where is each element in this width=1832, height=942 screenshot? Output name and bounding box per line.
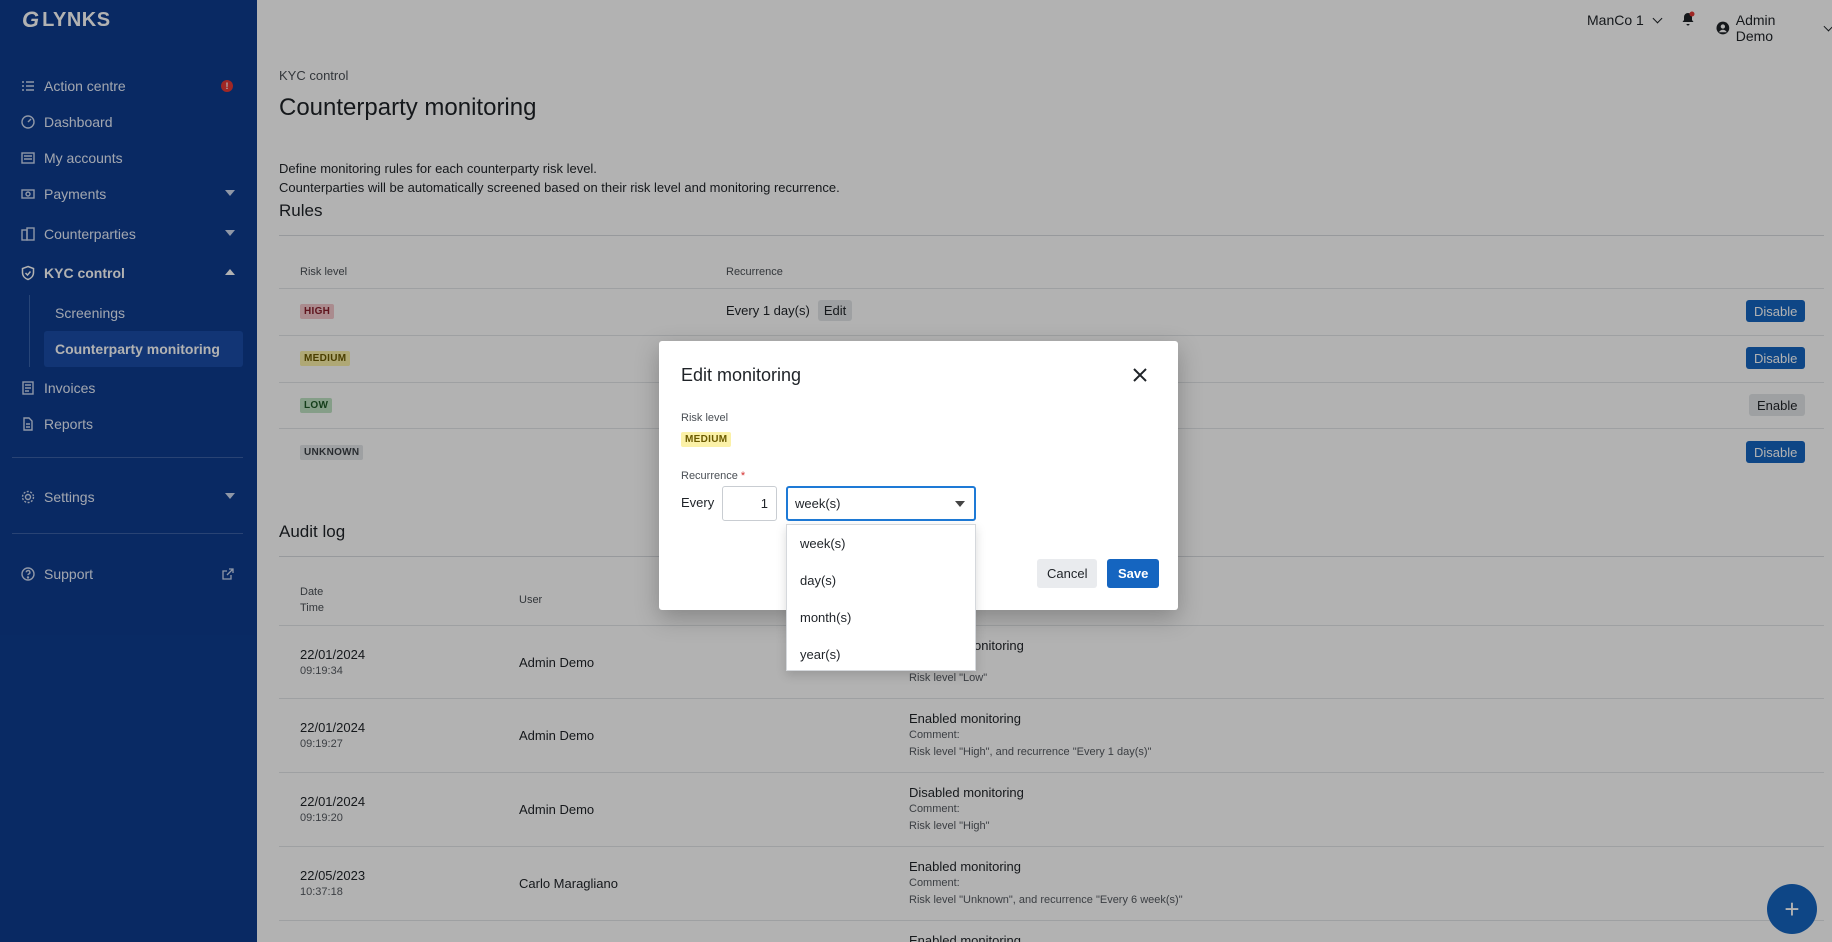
dialog-title: Edit monitoring xyxy=(681,365,802,385)
dropdown-option-years[interactable]: year(s) xyxy=(787,636,975,673)
risk-level-label: Risk level xyxy=(681,412,729,424)
every-label: Every xyxy=(681,495,715,510)
dropdown-option-months[interactable]: month(s) xyxy=(787,599,975,636)
caret-down-icon xyxy=(955,501,965,507)
save-button[interactable]: Save xyxy=(1107,559,1160,588)
dropdown-option-days[interactable]: day(s) xyxy=(787,562,975,599)
cancel-button[interactable]: Cancel xyxy=(1037,559,1098,588)
risk-badge-medium: MEDIUM xyxy=(681,432,732,447)
recurrence-label: Recurrence * xyxy=(681,470,745,482)
interval-input[interactable]: 1 xyxy=(722,486,777,521)
unit-select-value: week(s) xyxy=(795,496,841,511)
recurrence-label-text: Recurrence xyxy=(681,470,738,482)
unit-dropdown-menu: week(s) day(s) month(s) year(s) xyxy=(786,524,976,671)
close-icon[interactable] xyxy=(1130,365,1150,385)
required-mark: * xyxy=(740,470,746,482)
dropdown-option-weeks[interactable]: week(s) xyxy=(787,525,975,562)
unit-select[interactable]: week(s) xyxy=(786,486,976,521)
